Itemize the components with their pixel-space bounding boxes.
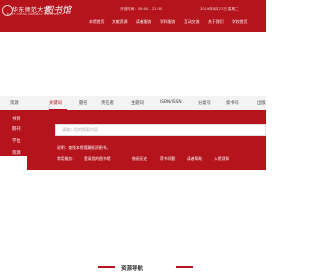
common-services-label: 常用服务： [57,156,76,161]
resource-type-label: 资源 [10,101,19,106]
resource-type-list: 书目 期刊 学位 资源 [0,110,27,156]
service-link[interactable]: 读者帮助 [187,156,202,162]
tab-publisher[interactable]: 出版 [257,100,266,106]
nav-resources[interactable]: 文献资源 [112,19,128,25]
service-link[interactable]: 入馆须知 [214,156,229,162]
tab-isbn-issn[interactable]: ISBN/ISSN [160,100,182,105]
service-link[interactable]: 借阅历史 [132,156,147,162]
main-nav: 本馆首页 文献资源 读者服务 学科服务 互动交流 关于我们 学校首页 [0,19,266,27]
resource-type-item[interactable]: 书目 [12,116,21,122]
resource-type-item[interactable]: 资源 [12,150,21,156]
opening-hours: 开馆时间：08:00 - 22:30 [120,7,163,11]
nav-interaction[interactable]: 互动交流 [184,19,200,25]
current-date: 2019年8月27日 星期二 [200,7,239,11]
library-logo[interactable]: 图书馆 [44,3,71,16]
resource-type-item[interactable]: 期刊 [12,126,21,132]
section-divider [98,266,115,268]
nav-school-home[interactable]: 学校首页 [232,19,248,25]
service-link[interactable]: 登录我的图书馆 [84,156,111,162]
tab-author[interactable]: 责任者 [101,100,114,106]
nav-home[interactable]: 本馆首页 [89,19,105,25]
resource-type-item[interactable]: 学位 [12,138,21,144]
tab-subject[interactable]: 主题词 [131,100,144,106]
nav-reader-services[interactable]: 读者服务 [136,19,152,25]
tab-call-number[interactable]: 索书号 [226,100,239,106]
nav-about[interactable]: 关于我们 [208,19,224,25]
tab-keyword[interactable]: 关键词 [49,100,62,106]
search-tip: 说明：查找本馆馆藏纸质图书。 [57,145,111,150]
section-title: 资源导航 [121,266,144,272]
section-divider [176,266,193,268]
service-link[interactable]: 荐书问题 [160,156,175,162]
nav-subject-services[interactable]: 学科服务 [160,19,176,25]
search-placeholder: 请输入您的搜索内容 [62,127,98,132]
tab-title[interactable]: 题名 [79,100,88,106]
tab-classification[interactable]: 分类号 [198,100,211,106]
